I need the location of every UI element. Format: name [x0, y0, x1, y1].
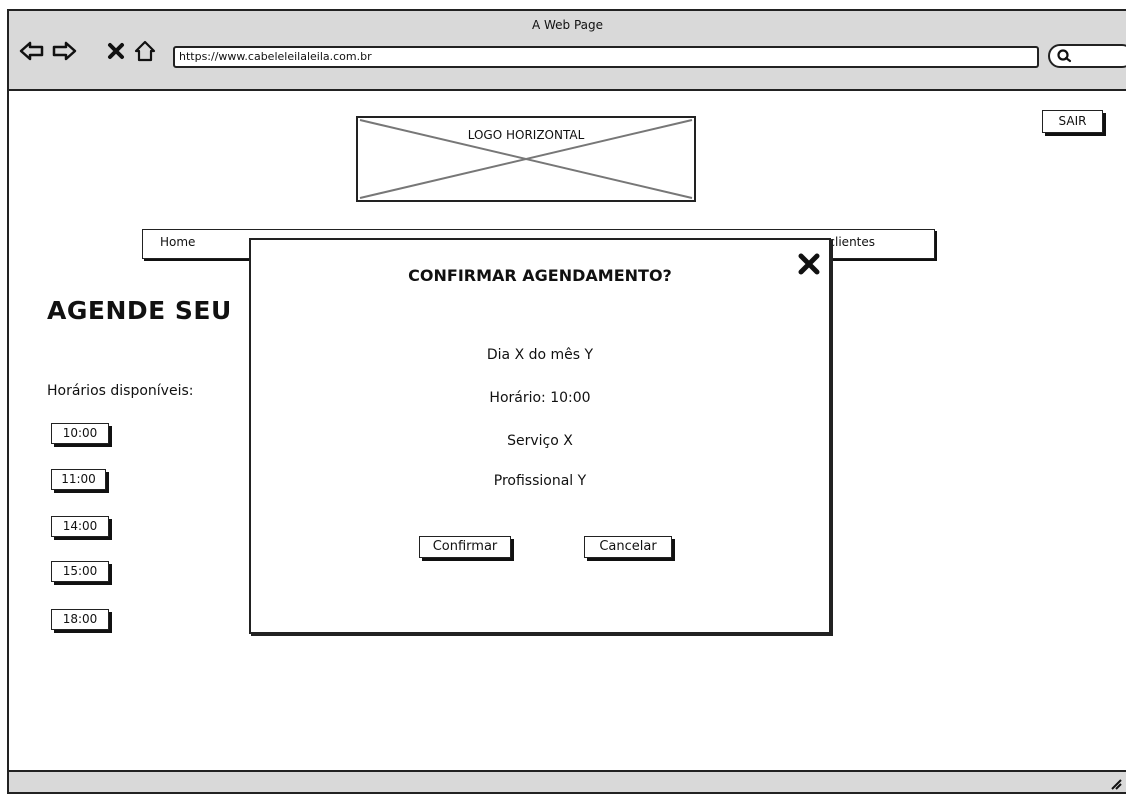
time-slot-button[interactable]: 11:00	[51, 469, 106, 490]
nav-item-home[interactable]: Home	[160, 235, 195, 249]
status-bar	[9, 770, 1126, 792]
stop-icon[interactable]	[103, 38, 129, 64]
browser-window: A Web Page https://www.cabeleleilaleila.…	[7, 9, 1126, 794]
confirm-button[interactable]: Confirmar	[419, 536, 511, 558]
appointment-service: Serviço X	[507, 433, 573, 449]
search-button[interactable]	[1048, 44, 1126, 68]
window-title: A Web Page	[531, 18, 604, 32]
logout-button[interactable]: SAIR	[1042, 110, 1103, 133]
logo-label: LOGO HORIZONTAL	[467, 128, 585, 142]
cancel-button[interactable]: Cancelar	[584, 536, 672, 558]
resize-grip-icon[interactable]	[1108, 776, 1122, 790]
page-title: AGENDE SEU	[47, 296, 232, 325]
logo-placeholder: LOGO HORIZONTAL	[356, 116, 696, 202]
back-icon[interactable]	[19, 38, 45, 64]
search-icon	[1057, 49, 1072, 63]
home-icon[interactable]	[132, 38, 158, 64]
forward-icon[interactable]	[51, 38, 77, 64]
time-slot-button[interactable]: 18:00	[51, 609, 109, 630]
appointment-professional: Profissional Y	[493, 473, 587, 489]
appointment-time: Horário: 10:00	[489, 390, 591, 406]
modal-title: CONFIRMAR AGENDAMENTO?	[408, 266, 672, 285]
time-slot-button[interactable]: 15:00	[51, 561, 109, 582]
address-bar[interactable]: https://www.cabeleleilaleila.com.br	[173, 46, 1039, 68]
time-slot-button[interactable]: 10:00	[51, 423, 109, 444]
browser-toolbar: A Web Page https://www.cabeleleilaleila.…	[9, 11, 1126, 91]
confirmation-modal: CONFIRMAR AGENDAMENTO? Dia X do mês Y Ho…	[249, 238, 831, 634]
appointment-day: Dia X do mês Y	[486, 347, 594, 363]
close-icon[interactable]	[797, 252, 821, 276]
available-times-label: Horários disponíveis:	[47, 383, 194, 399]
time-slot-button[interactable]: 14:00	[51, 516, 109, 537]
